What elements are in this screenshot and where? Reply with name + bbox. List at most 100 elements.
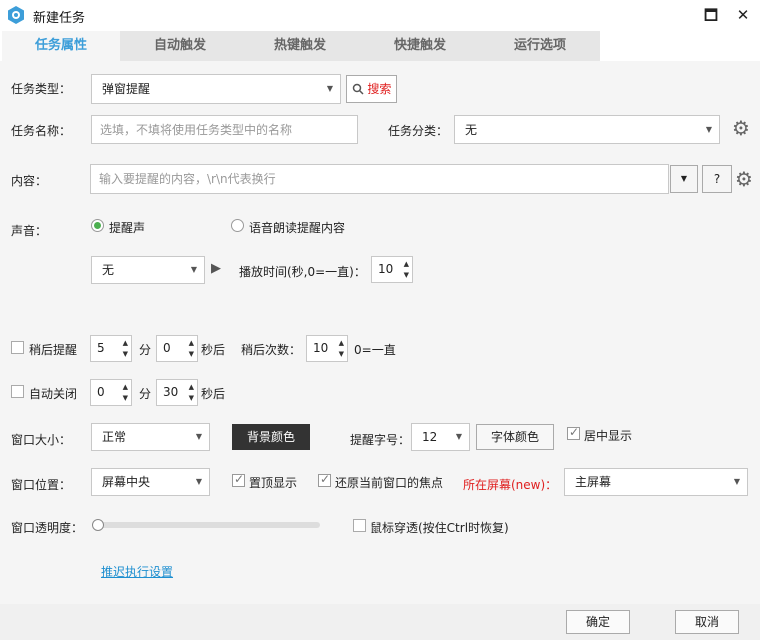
opacity-slider-track[interactable] <box>92 522 320 528</box>
chevron-down-icon: ▼ <box>705 125 712 134</box>
title-bar: 新建任务 🗖 ✕ <box>0 0 760 30</box>
window-position-label: 窗口位置： <box>11 478 72 492</box>
center-display-label: 居中显示 <box>584 429 633 443</box>
task-name-label: 任务名称： <box>11 124 72 138</box>
task-type-label: 任务类型： <box>11 82 72 96</box>
snooze-label: 稍后提醒 <box>29 343 78 357</box>
search-button-label: 搜索 <box>367 82 392 96</box>
screen-value: 主屏幕 <box>575 475 612 489</box>
tab-task-properties[interactable]: 任务属性 <box>2 31 120 61</box>
content-settings-gear-icon[interactable]: ⚙ <box>735 169 753 189</box>
spin-down-icon[interactable]: ▼ <box>189 350 194 358</box>
tab-run-options[interactable]: 运行选项 <box>480 31 600 61</box>
play-icon[interactable]: ▶ <box>211 261 221 276</box>
spin-down-icon[interactable]: ▼ <box>339 350 344 358</box>
spin-up-icon[interactable]: ▲ <box>123 339 128 347</box>
spin-up-icon[interactable]: ▲ <box>404 260 409 268</box>
screen-select[interactable]: 主屏幕 ▼ <box>564 468 748 496</box>
center-display-checkbox[interactable] <box>567 425 580 440</box>
window-title: 新建任务 <box>33 11 86 26</box>
snooze-min-unit: 分 <box>139 343 152 357</box>
snooze-seconds-value: 0 <box>163 341 171 355</box>
snooze-count-spinner[interactable]: 10 ▲ ▼ <box>306 335 348 362</box>
click-through-label: 鼠标穿透(按住Ctrl时恢复) <box>370 521 509 535</box>
sound-label: 声音： <box>11 224 48 238</box>
window-size-label: 窗口大小： <box>11 433 72 447</box>
window-position-select[interactable]: 屏幕中央 ▼ <box>91 468 210 496</box>
snooze-minutes-spinner[interactable]: 5 ▲ ▼ <box>90 335 132 362</box>
app-logo-icon <box>8 6 24 24</box>
auto-close-min-unit: 分 <box>139 387 152 401</box>
task-type-value: 弹窗提醒 <box>102 82 151 96</box>
window-size-select[interactable]: 正常 ▼ <box>91 423 210 451</box>
content-dropdown-button[interactable]: ▼ <box>670 165 698 193</box>
task-category-label: 任务分类： <box>388 124 449 138</box>
task-category-select[interactable]: 无 ▼ <box>454 115 720 144</box>
chevron-down-icon: ▼ <box>680 174 688 183</box>
auto-close-label: 自动关闭 <box>29 387 78 401</box>
spin-down-icon[interactable]: ▼ <box>123 350 128 358</box>
content-label: 内容： <box>11 174 48 188</box>
topmost-label: 置顶显示 <box>249 476 298 490</box>
tab-quick-trigger[interactable]: 快捷触发 <box>360 31 480 61</box>
spin-up-icon[interactable]: ▲ <box>123 383 128 391</box>
spin-up-icon[interactable]: ▲ <box>339 339 344 347</box>
opacity-label: 窗口透明度： <box>11 521 84 535</box>
chevron-down-icon: ▼ <box>195 432 202 441</box>
content-placeholder: 输入要提醒的内容，\r\n代表换行 <box>99 172 276 186</box>
delay-settings-link[interactable]: 推迟执行设置 <box>101 563 173 580</box>
sound-option-beep-label: 提醒声 <box>109 221 146 235</box>
task-type-select[interactable]: 弹窗提醒 ▼ <box>91 74 341 104</box>
auto-close-seconds-spinner[interactable]: 30 ▲ ▼ <box>156 379 198 406</box>
font-size-value: 12 <box>422 430 438 444</box>
topmost-checkbox[interactable] <box>232 472 245 487</box>
close-icon[interactable]: ✕ <box>732 4 754 26</box>
play-time-value: 10 <box>378 262 394 276</box>
chevron-down-icon: ▼ <box>733 477 740 486</box>
restore-focus-checkbox[interactable] <box>318 472 331 487</box>
chevron-down-icon: ▼ <box>195 477 202 486</box>
spin-down-icon[interactable]: ▼ <box>189 394 194 402</box>
content-help-button[interactable]: ? <box>702 165 732 193</box>
spin-down-icon[interactable]: ▼ <box>404 271 409 279</box>
opacity-slider-thumb[interactable] <box>92 519 104 531</box>
tab-hotkey-trigger[interactable]: 热键触发 <box>240 31 360 61</box>
font-size-select[interactable]: 12 ▼ <box>411 423 470 451</box>
cancel-button[interactable]: 取消 <box>675 610 739 634</box>
task-name-placeholder: 选填，不填将使用任务类型中的名称 <box>100 123 293 137</box>
click-through-checkbox[interactable] <box>353 519 366 532</box>
window-position-value: 屏幕中央 <box>102 475 151 489</box>
sound-option-tts-label: 语音朗读提醒内容 <box>249 221 346 235</box>
ok-button[interactable]: 确定 <box>566 610 630 634</box>
play-time-spinner[interactable]: 10 ▲ ▼ <box>371 256 413 283</box>
auto-close-sec-unit: 秒后 <box>201 387 226 401</box>
font-size-label: 提醒字号： <box>350 433 411 447</box>
snooze-minutes-value: 5 <box>97 341 105 355</box>
maximize-icon[interactable]: 🗖 <box>700 4 722 26</box>
auto-close-seconds-value: 30 <box>163 385 179 399</box>
auto-close-checkbox[interactable] <box>11 385 24 398</box>
chevron-down-icon: ▼ <box>190 265 197 274</box>
tab-auto-trigger[interactable]: 自动触发 <box>120 31 240 61</box>
auto-close-minutes-spinner[interactable]: 0 ▲ ▼ <box>90 379 132 406</box>
search-button[interactable]: 搜索 <box>346 75 397 103</box>
sound-radio-beep[interactable] <box>91 219 104 232</box>
task-name-input[interactable]: 选填，不填将使用任务类型中的名称 <box>91 115 358 144</box>
snooze-count-hint: 0=一直 <box>354 343 396 357</box>
snooze-checkbox[interactable] <box>11 341 24 354</box>
spin-up-icon[interactable]: ▲ <box>189 339 194 347</box>
sound-radio-tts[interactable] <box>231 219 244 232</box>
category-settings-gear-icon[interactable]: ⚙ <box>732 118 750 138</box>
content-input[interactable]: 输入要提醒的内容，\r\n代表换行 <box>90 164 669 194</box>
snooze-count-value: 10 <box>313 341 329 355</box>
window-size-value: 正常 <box>102 430 127 444</box>
spin-up-icon[interactable]: ▲ <box>189 383 194 391</box>
snooze-seconds-spinner[interactable]: 0 ▲ ▼ <box>156 335 198 362</box>
sound-value: 无 <box>102 263 115 277</box>
font-color-button[interactable]: 字体颜色 <box>476 424 554 450</box>
background-color-button[interactable]: 背景颜色 <box>232 424 310 450</box>
chevron-down-icon: ▼ <box>455 432 462 441</box>
spin-down-icon[interactable]: ▼ <box>123 394 128 402</box>
search-icon <box>352 83 364 95</box>
sound-select[interactable]: 无 ▼ <box>91 256 205 284</box>
